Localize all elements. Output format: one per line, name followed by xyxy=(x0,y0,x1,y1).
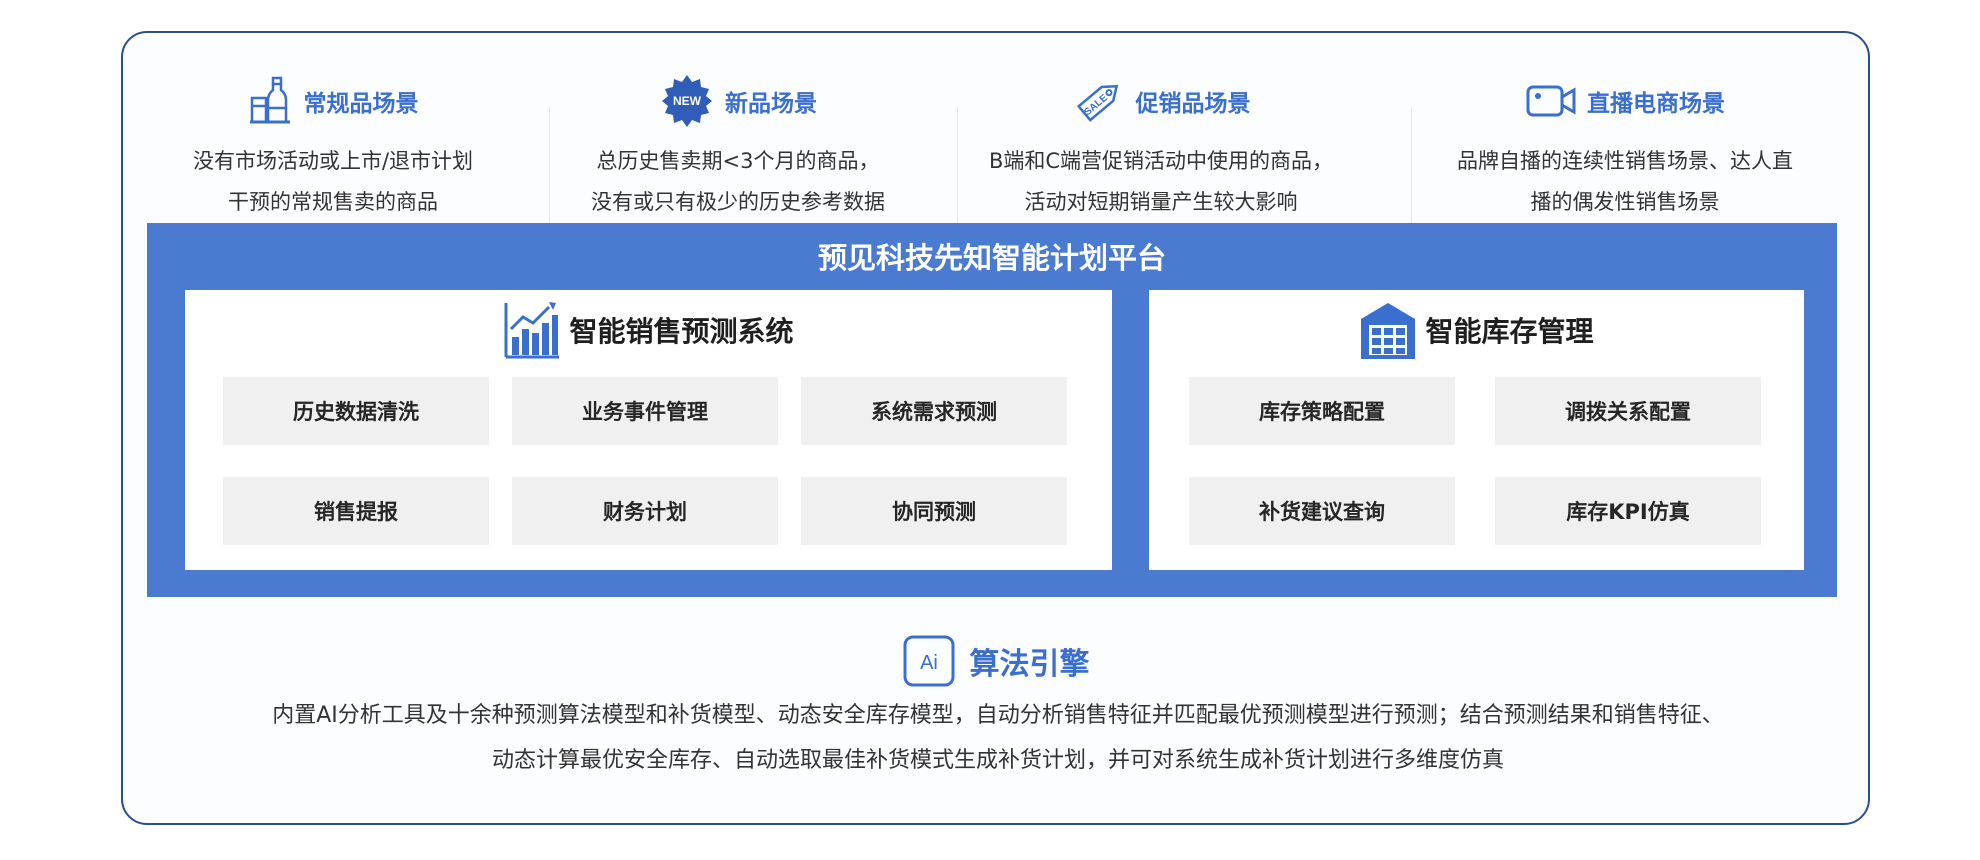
module-sales-report[interactable]: 销售提报 xyxy=(223,477,489,545)
ai-chip-text: Ai xyxy=(920,652,938,674)
engine-desc-line: 内置AI分析工具及十余种预测算法模型和补货模型、动态安全库存模型，自动分析销售特… xyxy=(272,703,1724,728)
module-financial-plan[interactable]: 财务计划 xyxy=(512,477,778,545)
platform-block: 预见科技先知智能计划平台 智能销售预测系统 历史数据清洗 业务事件管理 系统需求… xyxy=(147,223,1837,597)
module-inventory-kpi-sim[interactable]: 库存KPI仿真 xyxy=(1495,477,1761,545)
scenario-title: 新品场景 xyxy=(725,91,817,117)
module-demand-forecast[interactable]: 系统需求预测 xyxy=(801,377,1067,445)
video-camera-icon xyxy=(1526,85,1576,117)
module-business-events[interactable]: 业务事件管理 xyxy=(512,377,778,445)
scenario-desc-line: 没有市场活动或上市/退市计划 xyxy=(192,149,474,173)
inventory-panel-head: 智能库存管理 xyxy=(1149,300,1804,360)
scenario-description: 品牌自播的连续性销售场景、达人直 播的偶发性销售场景 xyxy=(1435,141,1815,223)
forecast-panel-title: 智能销售预测系统 xyxy=(569,315,794,348)
module-collab-forecast[interactable]: 协同预测 xyxy=(801,477,1067,545)
scenario-desc-line: 总历史售卖期<3个月的商品， xyxy=(596,149,880,173)
scenario-regular: 常规品场景 没有市场活动或上市/退市计划 干预的常规售卖的商品 xyxy=(178,73,488,243)
module-inventory-strategy[interactable]: 库存策略配置 xyxy=(1189,377,1455,445)
scenario-new: NEW 新品场景 总历史售卖期<3个月的商品， 没有或只有极少的历史参考数据 xyxy=(583,73,893,243)
scenario-desc-line: 品牌自播的连续性销售场景、达人直 xyxy=(1457,149,1793,173)
scenario-row: 常规品场景 没有市场活动或上市/退市计划 干预的常规售卖的商品 NEW 新品场景… xyxy=(123,73,1868,248)
divider xyxy=(957,107,958,235)
diagram-frame: 常规品场景 没有市场活动或上市/退市计划 干预的常规售卖的商品 NEW 新品场景… xyxy=(121,31,1870,825)
scenario-description: 没有市场活动或上市/退市计划 干预的常规售卖的商品 xyxy=(178,141,488,223)
new-badge-text: NEW xyxy=(673,94,702,108)
scenario-promotion-head: SALE 促销品场景 xyxy=(981,73,1341,129)
scenario-livestream-head: 直播电商场景 xyxy=(1435,73,1815,129)
scenario-desc-line: B端和C端营促销活动中使用的商品， xyxy=(988,149,1334,173)
scenario-title: 促销品场景 xyxy=(1135,91,1251,117)
ai-chip-icon: Ai xyxy=(903,635,954,687)
platform-title: 预见科技先知智能计划平台 xyxy=(817,241,1166,275)
sale-tag-icon: SALE xyxy=(1076,84,1118,122)
inventory-panel: 智能库存管理 库存策略配置 调拨关系配置 补货建议查询 库存KPI仿真 xyxy=(1149,290,1804,570)
scenario-description: B端和C端营促销活动中使用的商品， 活动对短期销量产生较大影响 xyxy=(981,141,1341,223)
new-badge-icon: NEW xyxy=(662,75,712,127)
module-history-cleaning[interactable]: 历史数据清洗 xyxy=(223,377,489,445)
module-replenishment-query[interactable]: 补货建议查询 xyxy=(1189,477,1455,545)
module-transfer-relation[interactable]: 调拨关系配置 xyxy=(1495,377,1761,445)
forecast-panel: 智能销售预测系统 历史数据清洗 业务事件管理 系统需求预测 销售提报 财务计划 … xyxy=(185,290,1112,570)
divider xyxy=(1411,107,1412,235)
engine-title: 算法引擎 xyxy=(969,647,1090,682)
engine-head: Ai 算法引擎 xyxy=(123,633,1868,689)
scenario-desc-line: 没有或只有极少的历史参考数据 xyxy=(591,190,885,214)
scenario-title: 直播电商场景 xyxy=(1587,91,1725,117)
scenario-description: 总历史售卖期<3个月的商品， 没有或只有极少的历史参考数据 xyxy=(583,141,893,223)
scenario-desc-line: 活动对短期销量产生较大影响 xyxy=(1024,190,1298,214)
bar-chart-trend-icon xyxy=(504,302,560,359)
engine-description: 内置AI分析工具及十余种预测算法模型和补货模型、动态安全库存模型，自动分析销售特… xyxy=(153,693,1843,783)
inventory-panel-title: 智能库存管理 xyxy=(1425,315,1594,348)
forecast-panel-head: 智能销售预测系统 xyxy=(185,300,1112,360)
engine-desc-line: 动态计算最优安全库存、自动选取最佳补货模式生成补货计划，并可对系统生成补货计划进… xyxy=(491,748,1504,773)
scenario-title: 常规品场景 xyxy=(303,91,419,117)
divider xyxy=(549,107,550,235)
scenario-regular-head: 常规品场景 xyxy=(178,73,488,129)
scenario-desc-line: 干预的常规售卖的商品 xyxy=(228,190,438,214)
warehouse-icon xyxy=(1361,303,1416,359)
scenario-promotion: SALE 促销品场景 B端和C端营促销活动中使用的商品， 活动对短期销量产生较大… xyxy=(981,73,1341,243)
scenario-livestream: 直播电商场景 品牌自播的连续性销售场景、达人直 播的偶发性销售场景 xyxy=(1435,73,1815,243)
scenario-new-head: NEW 新品场景 xyxy=(583,73,893,129)
scenario-desc-line: 播的偶发性销售场景 xyxy=(1530,190,1720,214)
bottle-icon xyxy=(249,76,290,124)
